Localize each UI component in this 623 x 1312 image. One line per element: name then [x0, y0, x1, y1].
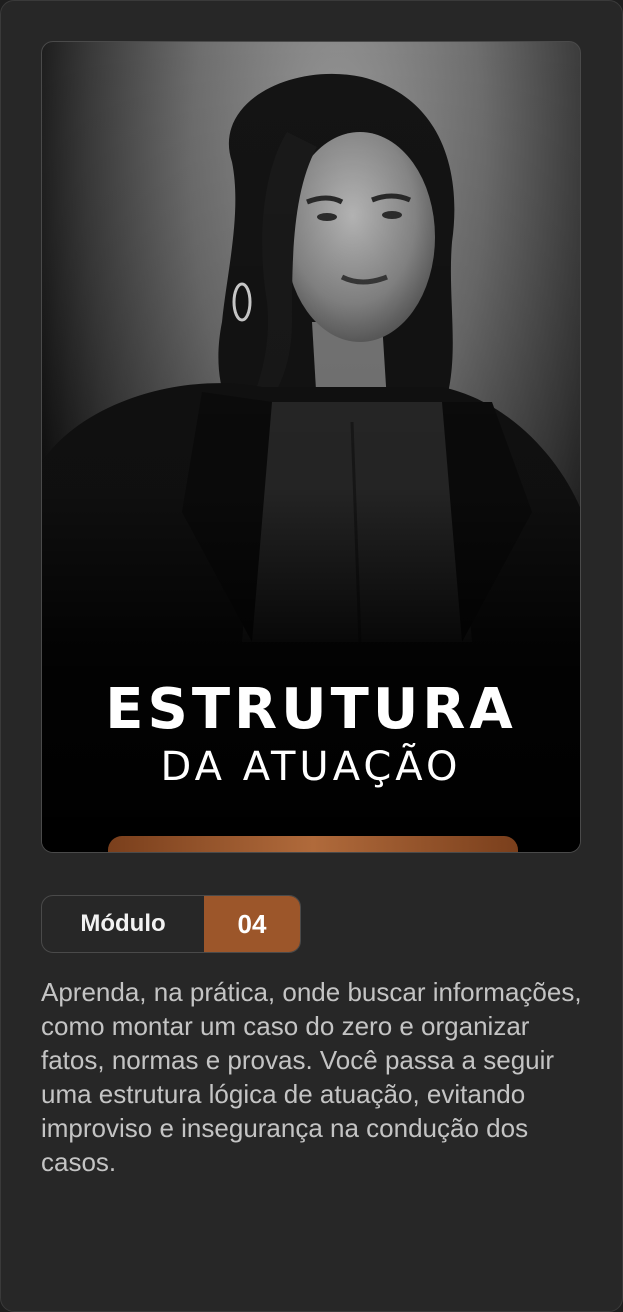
cover-accent-bar: [108, 836, 518, 852]
cover-title-main: ESTRUTURA: [105, 677, 517, 742]
module-label: Módulo: [80, 910, 166, 937]
module-card[interactable]: ESTRUTURA DA ATUAÇÃO Módulo 04 Aprenda, …: [0, 0, 623, 1312]
module-description: Aprenda, na prática, onde buscar informa…: [41, 977, 582, 1177]
module-number: 04: [204, 896, 300, 952]
cover-title-sub: DA ATUAÇÃO: [160, 744, 462, 790]
module-badge: Módulo 04: [41, 895, 301, 953]
module-cover-image: ESTRUTURA DA ATUAÇÃO: [41, 41, 581, 853]
